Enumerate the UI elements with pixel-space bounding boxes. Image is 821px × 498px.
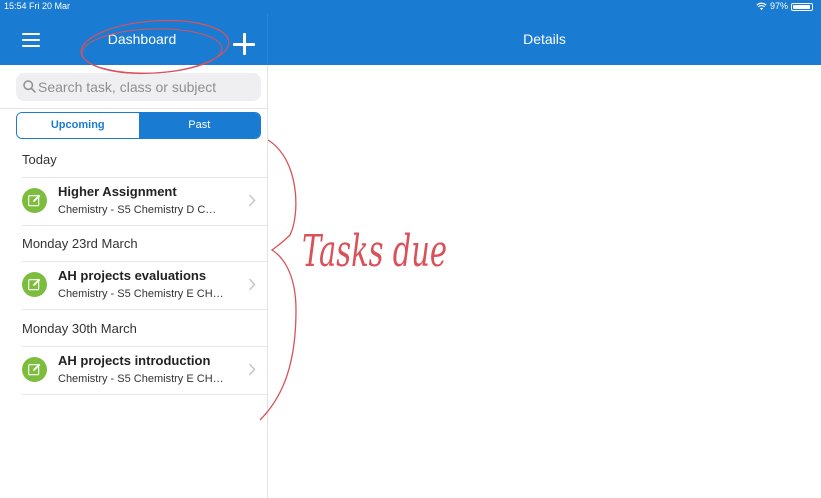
status-date-text: Fri 20 Mar [29, 1, 71, 11]
section-header-monday-23: Monday 23rd March [22, 236, 138, 251]
section-header-monday-30: Monday 30th March [22, 321, 137, 336]
wifi-icon [756, 2, 767, 11]
divider [0, 108, 267, 109]
task-title: AH projects evaluations [58, 268, 207, 283]
task-title: Higher Assignment [58, 184, 177, 199]
divider [22, 225, 267, 226]
nav-header: Dashboard Details [0, 13, 821, 65]
task-title: AH projects introduction [58, 353, 211, 368]
task-row[interactable]: AH projects introduction Chemistry - S5 … [0, 346, 267, 394]
task-subtitle: Chemistry - S5 Chemistry E CH… [58, 288, 224, 300]
task-subtitle: Chemistry - S5 Chemistry D C… [58, 204, 217, 216]
task-row[interactable]: AH projects evaluations Chemistry - S5 C… [0, 261, 267, 309]
divider [22, 394, 267, 395]
magnifier-icon [23, 80, 36, 93]
edit-icon [28, 363, 41, 376]
divider [22, 309, 267, 310]
status-bar: 15:54 Fri 20 Mar 97% [0, 0, 821, 13]
search-input[interactable] [38, 73, 253, 101]
task-icon [22, 357, 47, 382]
status-time: 15:54 Fri 20 Mar [4, 0, 70, 13]
task-subtitle: Chemistry - S5 Chemistry E CH… [58, 373, 224, 385]
chevron-right-icon [248, 194, 256, 207]
status-right: 97% [756, 0, 813, 13]
section-header-today: Today [22, 152, 57, 167]
sidebar: Upcoming Past Today Higher Assignment Ch… [0, 65, 268, 498]
annotation-text: Tasks due [302, 226, 447, 277]
chevron-right-icon [248, 363, 256, 376]
edit-icon [28, 194, 41, 207]
tab-past[interactable]: Past [138, 113, 260, 138]
battery-icon [791, 2, 813, 11]
search-bar[interactable] [16, 73, 261, 101]
details-title: Details [523, 31, 566, 47]
battery-percent: 97% [769, 1, 788, 11]
task-icon [22, 188, 47, 213]
hamburger-icon[interactable] [22, 33, 40, 47]
edit-icon [28, 278, 41, 291]
page-title: Dashboard [107, 31, 177, 47]
plus-icon[interactable] [233, 33, 255, 55]
tab-upcoming[interactable]: Upcoming [17, 113, 139, 138]
task-icon [22, 272, 47, 297]
segmented-control: Upcoming Past [16, 112, 261, 139]
chevron-right-icon [248, 278, 256, 291]
status-time-text: 15:54 [4, 1, 27, 11]
task-row[interactable]: Higher Assignment Chemistry - S5 Chemist… [0, 177, 267, 225]
